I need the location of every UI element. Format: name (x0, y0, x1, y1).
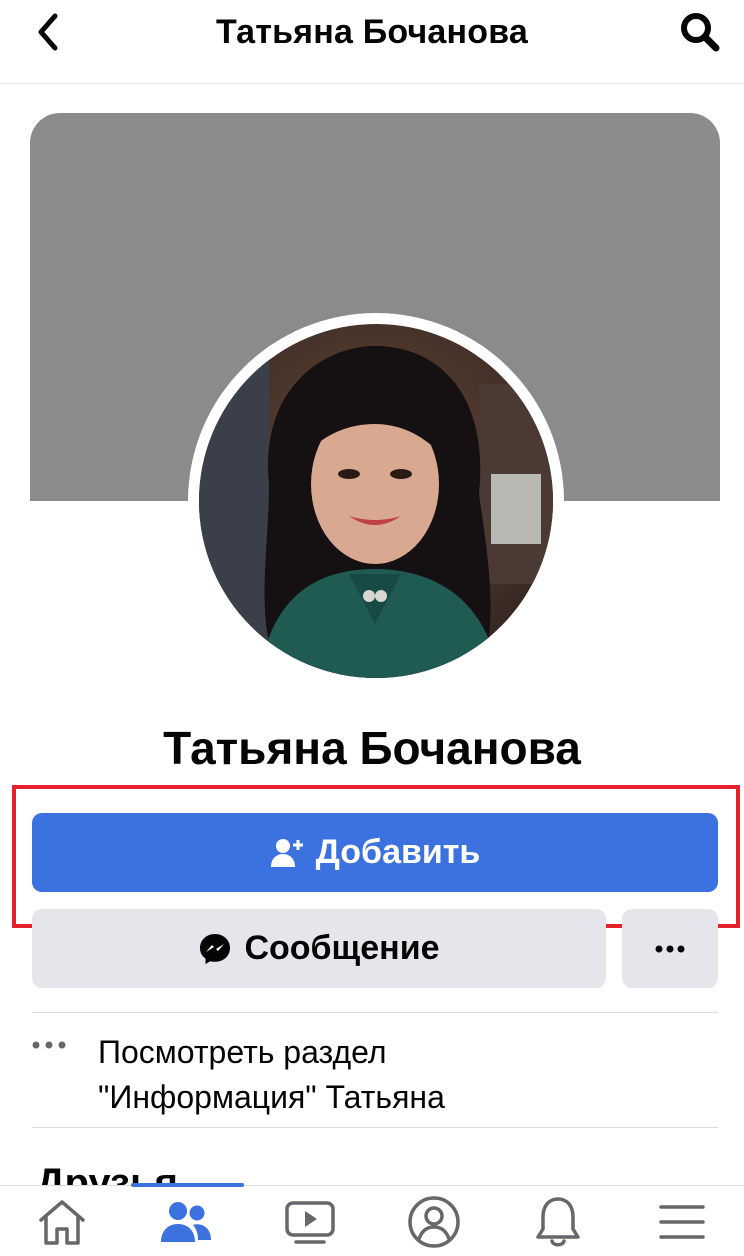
search-icon (681, 13, 720, 52)
chevron-left-icon (38, 13, 58, 51)
tab-notifications[interactable] (496, 1186, 620, 1256)
bell-icon (536, 1196, 580, 1246)
message-button[interactable]: Сообщение (32, 909, 606, 988)
avatar[interactable] (199, 324, 553, 678)
bottom-tab-bar (0, 1183, 744, 1256)
add-friend-label: Добавить (315, 833, 481, 871)
video-icon (285, 1200, 335, 1244)
tab-friends[interactable] (124, 1186, 248, 1256)
about-text-line1: Посмотреть раздел (98, 1034, 387, 1070)
page-title: Татьяна Бочанова (216, 13, 528, 51)
divider (32, 1127, 718, 1128)
profile-name: Татьяна Бочанова (163, 722, 581, 774)
tab-watch[interactable] (248, 1186, 372, 1256)
about-more-icon (32, 1030, 98, 1120)
add-friend-icon (270, 836, 304, 870)
more-horizontal-icon (655, 945, 685, 952)
about-text-line2: "Информация" Татьяна (98, 1079, 445, 1115)
more-options-button[interactable] (622, 909, 718, 988)
about-link[interactable]: Посмотреть раздел "Информация" Татьяна (32, 1030, 718, 1120)
avatar-frame (188, 313, 564, 689)
messenger-icon (198, 932, 232, 966)
profile-photo (199, 324, 553, 678)
add-friend-button[interactable]: Добавить (32, 813, 718, 892)
friends-icon (161, 1201, 211, 1242)
tab-profile[interactable] (372, 1186, 496, 1256)
message-label: Сообщение (244, 929, 440, 967)
home-icon (39, 1199, 85, 1245)
tab-menu[interactable] (620, 1186, 744, 1256)
profile-icon (408, 1195, 460, 1248)
top-bar: Татьяна Бочанова (0, 0, 744, 84)
tab-home[interactable] (0, 1186, 124, 1256)
about-text: Посмотреть раздел "Информация" Татьяна (98, 1030, 445, 1120)
divider (32, 1012, 718, 1013)
search-button[interactable] (674, 8, 726, 56)
back-button[interactable] (26, 8, 70, 56)
menu-icon (659, 1204, 705, 1239)
